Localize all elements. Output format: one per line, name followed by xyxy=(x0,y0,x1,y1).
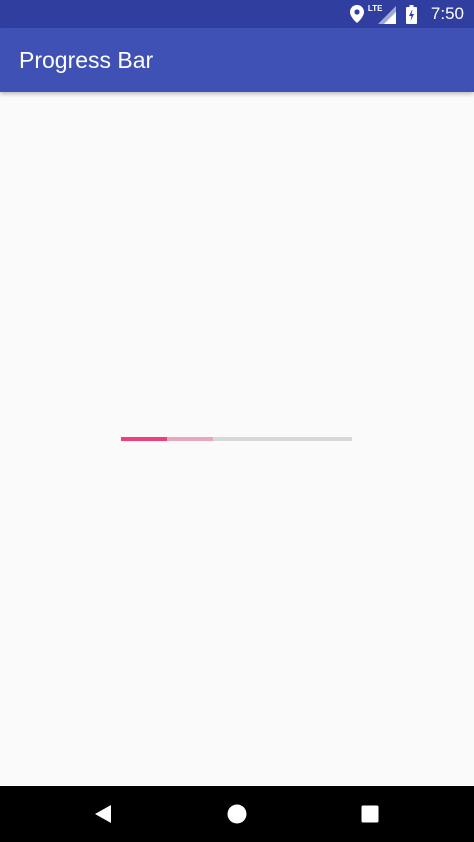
lte-signal-icon: LTE xyxy=(368,4,396,24)
recents-icon xyxy=(361,805,379,823)
screen: LTE 7:50 Progress Bar xyxy=(0,0,474,842)
battery-charging-icon xyxy=(405,4,417,24)
clock: 7:50 xyxy=(430,4,464,23)
app-title: Progress Bar xyxy=(19,47,154,73)
home-icon xyxy=(227,804,247,824)
back-button[interactable] xyxy=(75,786,131,842)
home-button[interactable] xyxy=(209,786,265,842)
status-bar: LTE 7:50 xyxy=(0,0,474,28)
progress-bar xyxy=(121,437,352,441)
recents-button[interactable] xyxy=(342,786,398,842)
navigation-bar xyxy=(0,786,474,842)
status-icons: LTE 7:50 xyxy=(349,0,464,28)
progress-primary-fill xyxy=(121,437,167,441)
location-icon xyxy=(349,5,364,23)
back-icon xyxy=(95,805,111,823)
lte-label: LTE xyxy=(367,4,383,13)
app-bar: Progress Bar xyxy=(0,28,474,92)
content-area xyxy=(0,92,474,786)
